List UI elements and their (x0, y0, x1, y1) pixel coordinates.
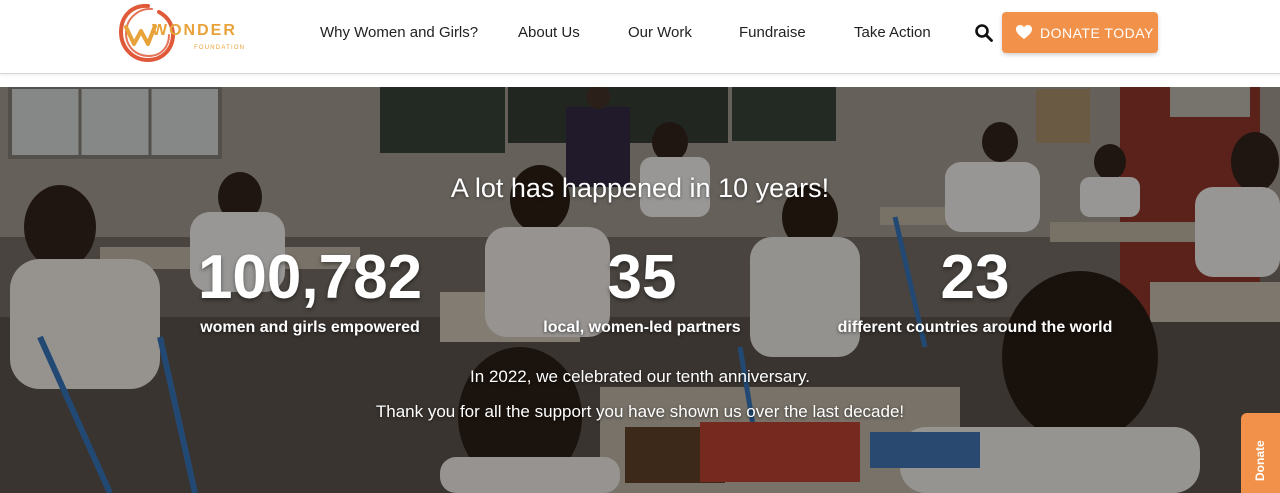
nav-item-our-work[interactable]: Our Work (628, 24, 692, 41)
stat-value-partners: 35 (607, 243, 677, 312)
wonder-foundation-logo[interactable]: WONDER FOUNDATION (112, 0, 246, 70)
nav-item-take-action[interactable]: Take Action (854, 24, 931, 41)
hero-section: A lot has happened in 10 years! 100,782 … (0, 87, 1280, 493)
anniversary-text: In 2022, we celebrated our tenth anniver… (470, 367, 810, 386)
nav-item-about-us[interactable]: About Us (518, 24, 580, 41)
nav-item-why-women-and-girls[interactable]: Why Women and Girls? (320, 24, 478, 41)
donate-today-label: DONATE TODAY (1040, 25, 1154, 41)
logo-subline: FOUNDATION (194, 45, 246, 51)
side-donate-label: Donate (1253, 440, 1267, 481)
heart-icon (1016, 25, 1032, 39)
site-header: WONDER FOUNDATION Why Women and Girls? A… (0, 0, 1280, 74)
search-icon[interactable] (974, 23, 994, 43)
donate-today-button[interactable]: DONATE TODAY (1002, 12, 1158, 53)
thank-you-text: Thank you for all the support you have s… (375, 402, 905, 421)
stat-label-partners: local, women-led partners (543, 319, 741, 336)
nav-item-fundraise[interactable]: Fundraise (739, 24, 806, 41)
side-donate-tab[interactable]: Donate (1241, 413, 1280, 493)
stat-value-women-and-girls: 100,782 (197, 243, 423, 312)
stat-value-countries: 23 (940, 243, 1010, 312)
hero-title: A lot has happened in 10 years! (450, 173, 830, 203)
logo-wordmark: WONDER (152, 22, 237, 39)
stat-label-countries: different countries around the world (837, 319, 1113, 336)
stat-label-women-and-girls: women and girls empowered (200, 319, 420, 336)
